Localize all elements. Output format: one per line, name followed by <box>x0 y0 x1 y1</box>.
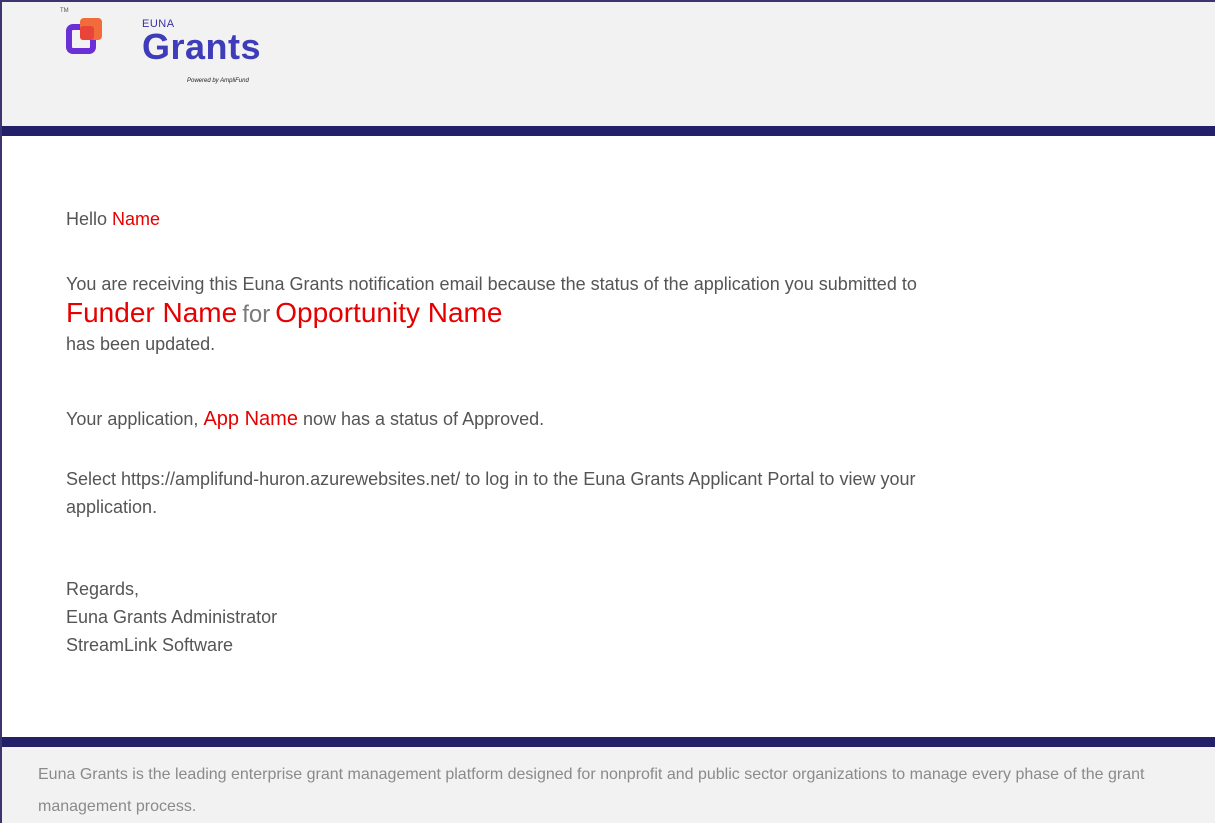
signature-company: StreamLink Software <box>66 635 234 655</box>
euna-grants-logo: TM EUNA Grants Powered by AmpliFund <box>60 8 312 88</box>
greeting-line: Hello Name <box>66 205 160 233</box>
footer-description: Euna Grants is the leading enterprise gr… <box>38 766 1145 815</box>
for-word: for <box>242 301 271 328</box>
portal-link-text: Select https://amplifund-huron.azurewebs… <box>66 469 916 517</box>
portal-link-paragraph: Select https://amplifund-huron.azurewebs… <box>66 465 926 521</box>
funder-name: Funder Name <box>66 297 238 328</box>
notification-paragraph: You are receiving this Euna Grants notif… <box>66 270 966 358</box>
trademark-mark: TM <box>60 8 69 14</box>
header-divider-bar <box>2 126 1215 136</box>
signature-block: Regards, Euna Grants Administrator Strea… <box>66 575 277 659</box>
email-header: TM EUNA Grants Powered by AmpliFund <box>2 2 1215 126</box>
notification-text-1: You are receiving this Euna Grants notif… <box>66 274 917 294</box>
greeting-text: Hello <box>66 209 108 229</box>
brand-title: Grants <box>142 26 262 67</box>
opportunity-name: Opportunity Name <box>275 297 503 328</box>
powered-by-text: Powered by AmpliFund <box>187 78 249 84</box>
status-text-1: Your application, <box>66 409 199 429</box>
logo-mark-icon <box>66 18 102 54</box>
status-paragraph: Your application, App Name now has a sta… <box>66 405 544 433</box>
status-text-2: now has a status of Approved. <box>302 409 545 429</box>
email-footer: Euna Grants is the leading enterprise gr… <box>2 747 1215 823</box>
app-name: App Name <box>203 408 298 430</box>
regards-text: Regards, <box>66 579 140 599</box>
recipient-name: Name <box>112 209 161 229</box>
signature-title: Euna Grants Administrator <box>66 607 278 627</box>
footer-divider-bar <box>2 737 1215 747</box>
notification-text-2: has been updated. <box>66 334 216 354</box>
